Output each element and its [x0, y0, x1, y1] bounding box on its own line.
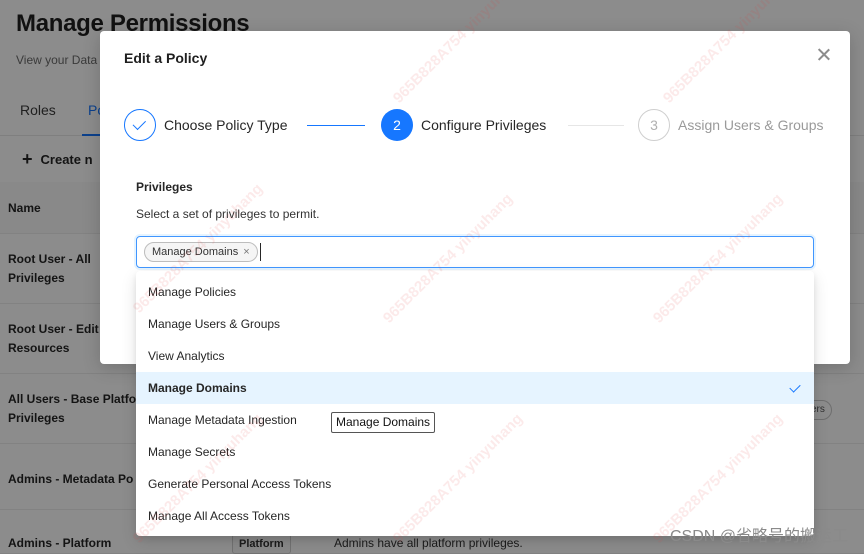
modal-title: Edit a Policy: [124, 50, 208, 66]
step-assign-users-groups[interactable]: 3 Assign Users & Groups: [638, 109, 824, 141]
step-label: Choose Policy Type: [164, 117, 288, 133]
text-cursor: [260, 243, 261, 261]
option-manage-secrets[interactable]: Manage Secrets: [136, 436, 814, 468]
csdn-credit: CSDN @省略号的搬运工: [669, 528, 848, 545]
step-label: Configure Privileges: [421, 117, 547, 133]
step-connector: [568, 125, 624, 126]
tag-label: Manage Domains: [152, 246, 239, 258]
hover-tooltip: Manage Domains: [331, 412, 436, 433]
privileges-label: Privileges: [136, 180, 193, 194]
checkmark-icon: [132, 116, 147, 130]
step-connector: [307, 125, 365, 126]
tag-close-icon[interactable]: ×: [243, 243, 249, 261]
option-generate-personal-access-tokens[interactable]: Generate Personal Access Tokens: [136, 468, 814, 500]
option-manage-users-groups[interactable]: Manage Users & Groups: [136, 308, 814, 340]
privileges-multiselect[interactable]: Manage Domains ×: [136, 236, 814, 268]
checkmark-icon: [789, 381, 801, 393]
option-manage-policies[interactable]: Manage Policies: [136, 276, 814, 308]
step-number: 2: [381, 109, 413, 141]
close-icon[interactable]: [816, 47, 832, 63]
step-number: 3: [638, 109, 670, 141]
step-configure-privileges[interactable]: 2 Configure Privileges: [381, 109, 546, 141]
step-label: Assign Users & Groups: [678, 117, 824, 133]
step-done-icon: [124, 109, 156, 141]
option-manage-metadata-ingestion[interactable]: Manage Metadata Ingestion: [136, 404, 814, 436]
step-choose-policy-type[interactable]: Choose Policy Type: [124, 109, 287, 141]
selected-privilege-tag: Manage Domains ×: [144, 242, 258, 262]
option-manage-domains[interactable]: Manage Domains: [136, 372, 814, 404]
option-view-analytics[interactable]: View Analytics: [136, 340, 814, 372]
privileges-help-text: Select a set of privileges to permit.: [136, 207, 320, 221]
privileges-dropdown: Manage Policies Manage Users & Groups Vi…: [136, 271, 814, 536]
